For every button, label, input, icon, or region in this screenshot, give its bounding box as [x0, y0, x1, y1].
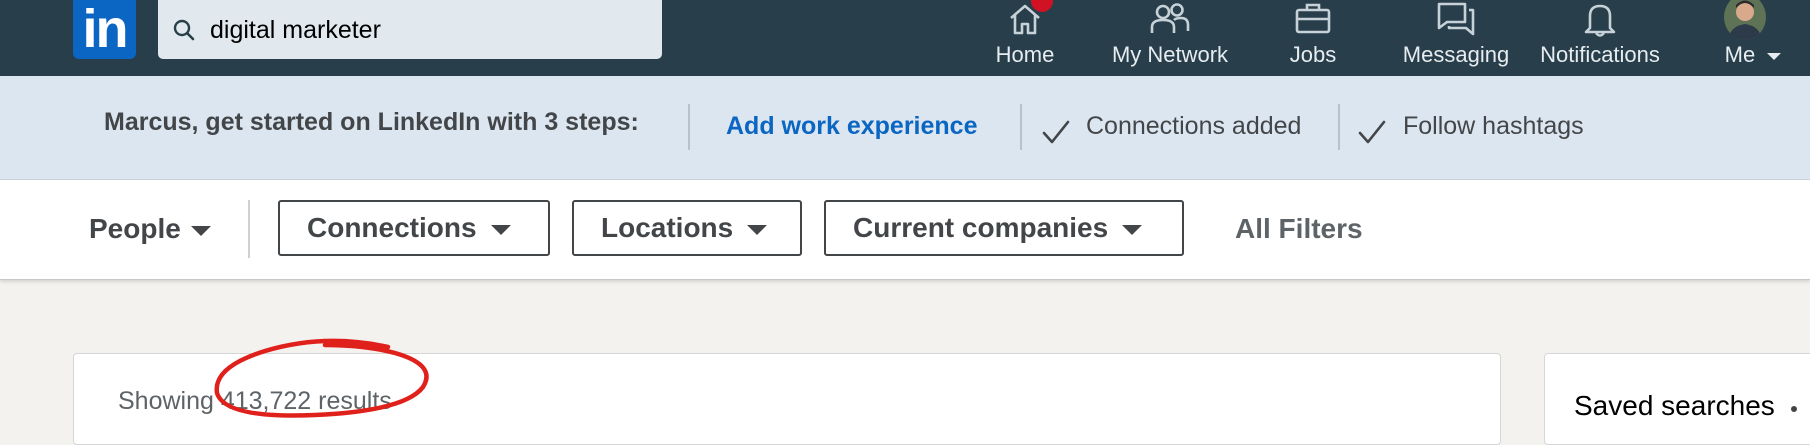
check-icon	[1042, 120, 1070, 144]
nav-notifications[interactable]: Notifications	[1532, 0, 1668, 76]
chevron-down-icon	[1767, 52, 1782, 60]
search-input[interactable]	[208, 12, 652, 48]
nav-my-network-label: My Network	[1111, 42, 1229, 67]
nav-jobs-label: Jobs	[1289, 42, 1337, 67]
nav-notifications-label: Notifications	[1540, 42, 1660, 67]
nav-home-label: Home	[995, 42, 1055, 67]
connections-added-step[interactable]: Connections added	[1086, 112, 1301, 141]
search-filters-bar: People Connections Locations Current com…	[0, 180, 1810, 280]
nav-home[interactable]: Home	[985, 0, 1065, 76]
linkedin-logo[interactable]: in	[73, 0, 136, 59]
check-icon	[1358, 120, 1386, 144]
more-icon[interactable]	[1791, 406, 1797, 412]
all-filters-button[interactable]: All Filters	[1235, 213, 1363, 245]
onboarding-bar: Marcus, get started on LinkedIn with 3 s…	[0, 76, 1810, 180]
search-box[interactable]	[158, 0, 662, 59]
network-icon	[1150, 3, 1190, 33]
top-navigation-bar: in Home My Network Jobs	[0, 0, 1810, 76]
current-companies-filter-button[interactable]: Current companies	[824, 200, 1184, 256]
briefcase-icon	[1295, 3, 1331, 34]
people-filter-label: People	[89, 213, 181, 244]
divider	[1020, 104, 1022, 150]
nav-me[interactable]: Me	[1705, 0, 1805, 76]
locations-filter-button[interactable]: Locations	[572, 200, 802, 256]
nav-my-network[interactable]: My Network	[1100, 0, 1240, 76]
annotation-circle	[214, 338, 429, 418]
chevron-down-icon	[490, 224, 511, 235]
nav-jobs[interactable]: Jobs	[1273, 0, 1353, 76]
bell-icon	[1584, 4, 1616, 37]
onboarding-intro: Marcus, get started on LinkedIn with 3 s…	[104, 108, 639, 136]
chevron-down-icon	[1122, 224, 1143, 235]
search-icon	[173, 19, 195, 41]
follow-hashtags-step[interactable]: Follow hashtags	[1403, 112, 1584, 141]
nav-messaging[interactable]: Messaging	[1400, 0, 1512, 76]
people-filter-dropdown[interactable]: People	[89, 213, 211, 245]
messaging-icon	[1437, 2, 1475, 36]
divider	[1338, 104, 1340, 150]
chevron-down-icon	[747, 224, 768, 235]
divider	[248, 200, 250, 258]
add-work-experience-link[interactable]: Add work experience	[726, 112, 977, 141]
chevron-down-icon	[190, 225, 211, 236]
saved-searches-title[interactable]: Saved searches	[1574, 390, 1775, 422]
nav-messaging-label: Messaging	[1402, 42, 1510, 67]
connections-filter-button[interactable]: Connections	[278, 200, 550, 256]
nav-me-label: Me	[1701, 42, 1805, 68]
divider	[688, 104, 690, 150]
saved-searches-card: Saved searches	[1544, 353, 1810, 445]
